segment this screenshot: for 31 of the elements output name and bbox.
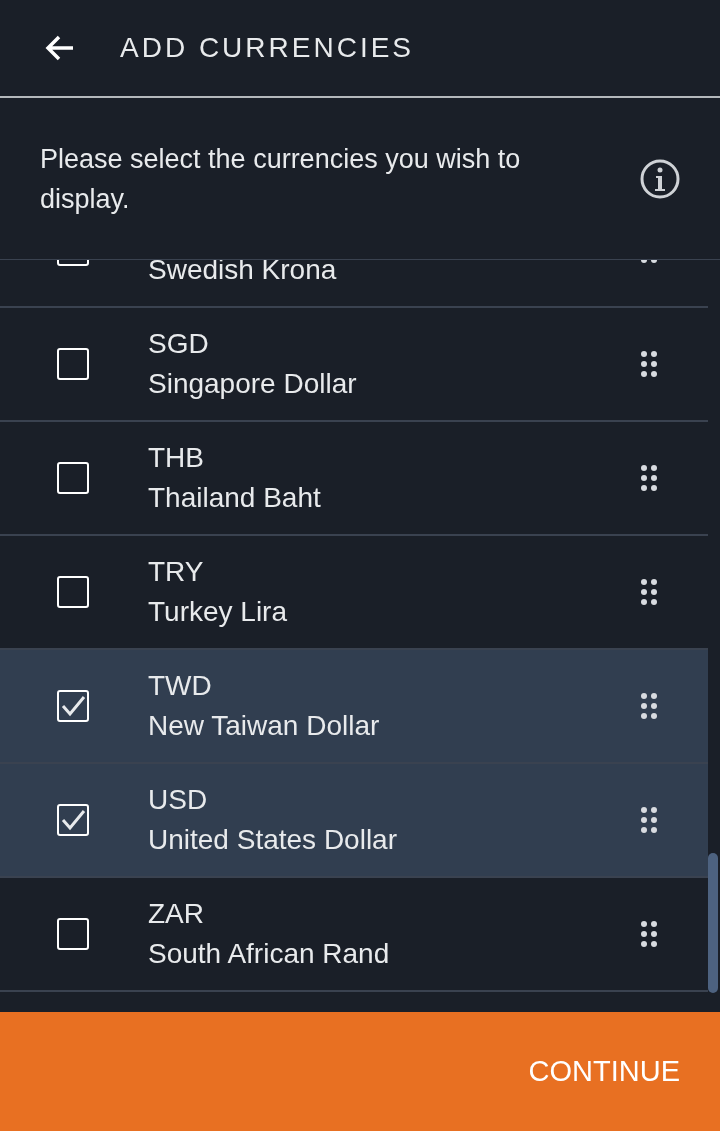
screen-title: ADD CURRENCIES (120, 31, 415, 65)
checkbox[interactable] (57, 918, 89, 950)
drag-handle-icon[interactable] (640, 806, 658, 834)
currency-row[interactable]: USD United States Dollar (0, 764, 708, 878)
currency-code: TRY (148, 555, 205, 589)
drag-handle-icon[interactable] (640, 578, 658, 606)
checkbox[interactable] (57, 348, 89, 380)
currency-code: THB (148, 441, 205, 475)
checkbox[interactable] (57, 690, 89, 722)
currency-name: South African Rand (148, 937, 391, 971)
drag-handle-icon[interactable] (640, 920, 658, 948)
currency-row[interactable]: TWD New Taiwan Dollar (0, 650, 708, 764)
currency-name: Turkey Lira (148, 595, 288, 629)
currency-code: USD (148, 783, 209, 817)
drag-handle-icon[interactable] (640, 464, 658, 492)
currency-name: Singapore Dollar (148, 367, 358, 401)
checkbox[interactable] (57, 576, 89, 608)
checkbox[interactable] (57, 462, 89, 494)
currency-code: TWD (148, 669, 213, 703)
instruction-text: Please select the currencies you wish to display. (40, 142, 522, 216)
currency-name: United States Dollar (148, 823, 398, 857)
currency-name: Thailand Baht (148, 481, 322, 515)
checkbox[interactable] (57, 804, 89, 836)
info-icon[interactable] (640, 158, 680, 199)
scrollbar-thumb[interactable] (708, 853, 718, 993)
back-arrow-icon (45, 35, 75, 61)
drag-handle-icon[interactable] (640, 692, 658, 720)
currency-code: ZAR (148, 897, 205, 931)
currency-name: New Taiwan Dollar (148, 709, 381, 743)
currency-code: SGD (148, 327, 210, 361)
drag-handle-icon[interactable] (640, 350, 658, 378)
